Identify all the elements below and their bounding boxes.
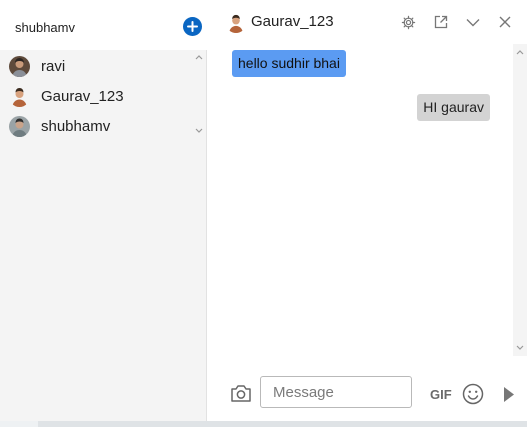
avatar	[226, 13, 246, 33]
contact-item-ravi[interactable]: ravi	[0, 51, 193, 81]
chat-contact-name[interactable]: Gaurav_123	[251, 13, 334, 30]
close-icon[interactable]	[497, 14, 513, 30]
pop-out-icon[interactable]	[433, 14, 449, 30]
gif-button[interactable]: GIF	[430, 387, 452, 402]
message-scrollbar[interactable]	[513, 44, 527, 356]
plus-circle-icon[interactable]	[183, 17, 202, 36]
message-composer: GIF	[208, 366, 527, 422]
send-icon[interactable]	[503, 386, 515, 408]
sidebar-title: shubhamv	[15, 20, 75, 35]
outgoing-message: HI gaurav	[417, 94, 490, 121]
contact-label: ravi	[41, 58, 66, 75]
incoming-message: hello sudhir bhai	[232, 50, 346, 77]
avatar	[9, 56, 30, 77]
emoji-icon[interactable]	[462, 383, 484, 410]
contact-item-gaurav[interactable]: Gaurav_123	[0, 81, 193, 111]
camera-icon[interactable]	[230, 384, 252, 408]
scroll-down-icon[interactable]	[514, 342, 526, 354]
scroll-down-icon[interactable]	[193, 125, 205, 137]
chat-header: Gaurav_123	[208, 0, 527, 44]
avatar	[9, 116, 30, 137]
conversation-sidebar: shubhamv ravi Gaurav_123 shubhamv	[0, 0, 207, 427]
scroll-up-icon[interactable]	[514, 46, 526, 58]
bottom-bar	[0, 421, 527, 427]
contact-label: Gaurav_123	[41, 88, 124, 105]
gear-icon[interactable]	[400, 14, 416, 30]
scroll-up-icon[interactable]	[193, 51, 205, 63]
bottom-bar-segment	[0, 421, 38, 427]
contact-label: shubhamv	[41, 118, 111, 135]
contact-item-shubhamv[interactable]: shubhamv	[0, 111, 193, 141]
sidebar-header: shubhamv	[0, 0, 207, 50]
chevron-down-icon[interactable]	[465, 14, 481, 30]
avatar	[9, 86, 30, 107]
message-input[interactable]	[260, 376, 412, 408]
message-thread: hello sudhir bhai HI gaurav	[208, 44, 513, 354]
